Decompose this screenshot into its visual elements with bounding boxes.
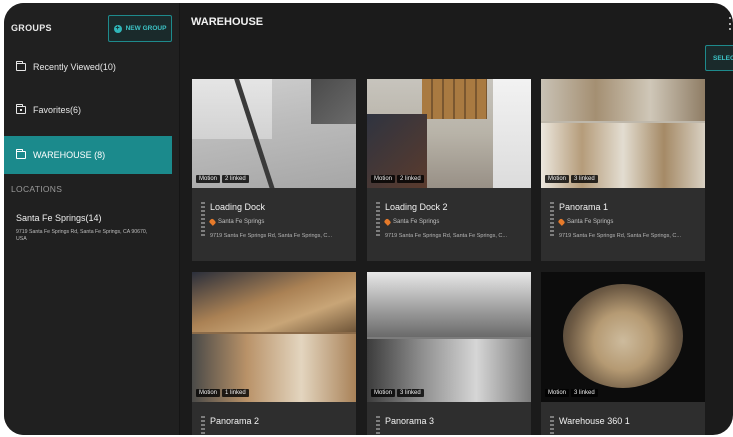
camera-thumbnail[interactable]: Motion 3 linked [541,79,705,188]
location-address: 9719 Santa Fe Springs Rd, Santa Fe Sprin… [16,229,148,242]
camera-thumbnail[interactable]: Motion 3 linked [367,272,531,402]
camera-info: Loading Dock 2 Santa Fe Springs 9719 San… [367,188,531,261]
new-group-label: NEW GROUP [125,25,167,32]
camera-address: 9719 Santa Fe Springs Rd, Santa Fe Sprin… [559,233,681,239]
status-badge: Motion 3 linked [371,389,424,397]
camera-card-loading-dock[interactable]: Motion 2 linked Loading Dock Santa Fe Sp… [192,79,356,261]
camera-card-loading-dock-2[interactable]: Motion 2 linked Loading Dock 2 Santa Fe … [367,79,531,261]
camera-name: Panorama 2 [210,416,260,426]
camera-location-label: Santa Fe Springs [393,219,440,225]
signal-bars-icon [201,202,205,236]
signal-bars-icon [201,416,205,435]
camera-location: Santa Fe Springs [557,218,614,226]
camera-card-panorama-2[interactable]: Motion 1 linked Panorama 2 [192,272,356,435]
favorite-folder-icon [16,104,26,114]
signal-bars-icon [376,416,380,435]
camera-info: Warehouse 360 1 [541,402,705,435]
location-pin-icon [208,218,217,226]
camera-thumbnail[interactable]: Motion 2 linked [192,79,356,188]
group-item-recently-viewed[interactable]: Recently Viewed(10) [4,48,172,86]
motion-tag: Motion [371,389,396,397]
linked-tag: 3 linked [571,175,598,183]
plus-icon: + [113,24,122,33]
more-options-icon[interactable] [729,17,732,30]
motion-tag: Motion [545,389,570,397]
motion-tag: Motion [196,389,221,397]
app-window: GROUPS + NEW GROUP Recently Viewed(10) F… [4,3,733,435]
status-badge: Motion 1 linked [196,389,249,397]
camera-info: Panorama 3 [367,402,531,435]
camera-card-panorama-1[interactable]: Motion 3 linked Panorama 1 Santa Fe Spri… [541,79,705,261]
motion-tag: Motion [371,175,396,183]
camera-card-panorama-3[interactable]: Motion 3 linked Panorama 3 [367,272,531,435]
camera-location: Santa Fe Springs [383,218,440,226]
camera-location-label: Santa Fe Springs [567,219,614,225]
camera-name: Warehouse 360 1 [559,416,630,426]
camera-name: Loading Dock [210,202,266,212]
status-badge: Motion 3 linked [545,175,598,183]
group-label: Favorites(6) [33,105,82,115]
motion-tag: Motion [545,175,570,183]
locations-heading: LOCATIONS [11,184,63,194]
group-label: WAREHOUSE (8) [33,150,106,160]
signal-bars-icon [550,416,554,435]
folder-icon [16,149,26,159]
camera-thumbnail[interactable]: Motion 3 linked [541,272,705,402]
new-group-button[interactable]: + NEW GROUP [108,15,172,42]
signal-bars-icon [376,202,380,236]
status-badge: Motion 2 linked [196,175,249,183]
camera-address: 9719 Santa Fe Springs Rd, Santa Fe Sprin… [385,233,507,239]
groups-heading: GROUPS [11,23,52,33]
camera-info: Panorama 1 Santa Fe Springs 9719 Santa F… [541,188,705,261]
camera-card-warehouse-360-1[interactable]: Motion 3 linked Warehouse 360 1 [541,272,705,435]
folder-icon [16,61,26,71]
location-item-santa-fe-springs[interactable]: Santa Fe Springs(14) [16,213,102,223]
group-label: Recently Viewed(10) [33,62,116,72]
camera-location: Santa Fe Springs [208,218,265,226]
group-item-warehouse[interactable]: WAREHOUSE (8) [4,136,172,174]
select-button[interactable]: SELECT [705,45,733,71]
motion-tag: Motion [196,175,221,183]
sidebar: GROUPS + NEW GROUP Recently Viewed(10) F… [4,3,180,435]
group-item-favorites[interactable]: Favorites(6) [4,91,172,129]
linked-tag: 1 linked [222,389,249,397]
page-title: WAREHOUSE [191,16,264,28]
camera-info: Loading Dock Santa Fe Springs 9719 Santa… [192,188,356,261]
status-badge: Motion 3 linked [545,389,598,397]
signal-bars-icon [550,202,554,236]
linked-tag: 2 linked [222,175,249,183]
camera-name: Panorama 3 [385,416,435,426]
status-badge: Motion 2 linked [371,175,424,183]
location-pin-icon [383,218,392,226]
camera-name: Panorama 1 [559,202,609,212]
camera-info: Panorama 2 [192,402,356,435]
camera-thumbnail[interactable]: Motion 1 linked [192,272,356,402]
location-pin-icon [557,218,566,226]
camera-thumbnail[interactable]: Motion 2 linked [367,79,531,188]
linked-tag: 2 linked [397,175,424,183]
camera-name: Loading Dock 2 [385,202,448,212]
linked-tag: 3 linked [397,389,424,397]
linked-tag: 3 linked [571,389,598,397]
camera-location-label: Santa Fe Springs [218,219,265,225]
camera-address: 9719 Santa Fe Springs Rd, Santa Fe Sprin… [210,233,332,239]
